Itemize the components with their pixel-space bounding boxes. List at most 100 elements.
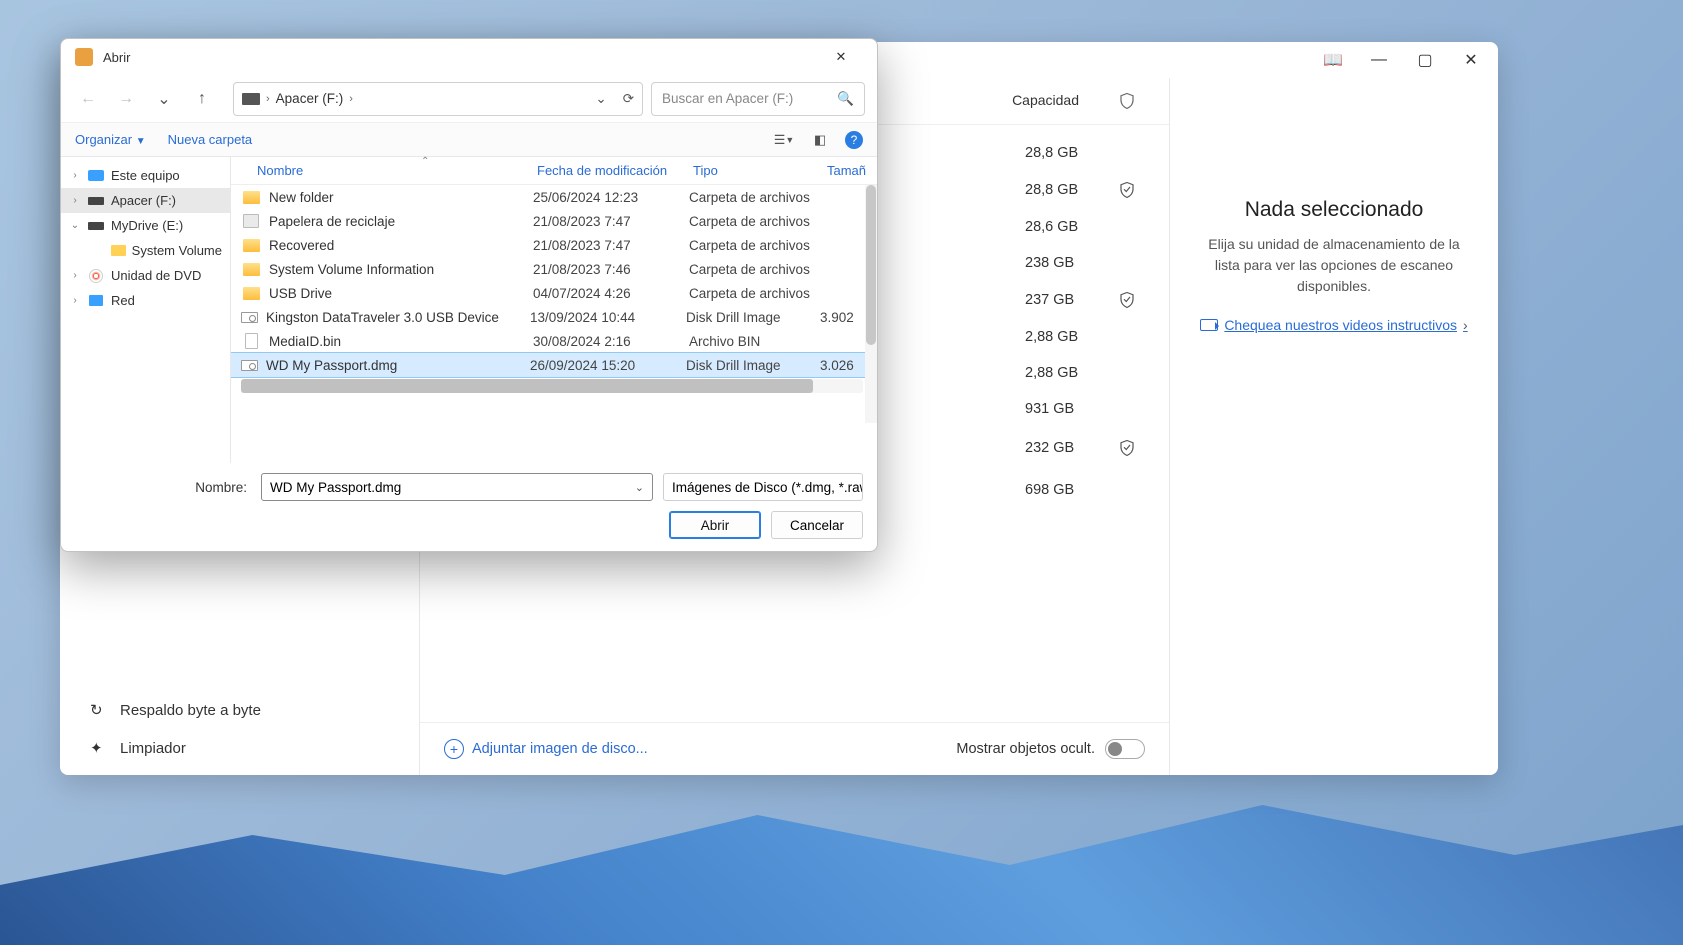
tree-item[interactable]: ›Red	[61, 288, 230, 313]
detail-title: Nada seleccionado	[1245, 198, 1424, 222]
file-list: New folder25/06/2024 12:23Carpeta de arc…	[231, 185, 877, 463]
search-icon: 🔍	[837, 91, 854, 107]
sidebar-item-label: Respaldo byte a byte	[120, 702, 261, 719]
dialog-close-button[interactable]: ✕	[819, 42, 863, 72]
col-type[interactable]: Tipo	[693, 163, 827, 178]
filetype-value: Imágenes de Disco (*.dmg, *.raw	[672, 480, 863, 495]
folder-icon	[111, 244, 126, 258]
search-input[interactable]: Buscar en Apacer (F:) 🔍	[651, 82, 865, 116]
file-row[interactable]: Recovered21/08/2023 7:47Carpeta de archi…	[231, 233, 877, 257]
address-bar[interactable]: › Apacer (F:) › ⌄ ⟳	[233, 82, 643, 116]
filename-label: Nombre:	[75, 480, 251, 495]
file-row[interactable]: System Volume Information21/08/2023 7:46…	[231, 257, 877, 281]
file-row[interactable]: New folder25/06/2024 12:23Carpeta de arc…	[231, 185, 877, 209]
file-list-header: ⌃ Nombre Fecha de modificación Tipo Tama…	[231, 157, 877, 185]
chevron-right-icon: ›	[266, 93, 270, 105]
tree-item[interactable]: ›Unidad de DVD	[61, 263, 230, 288]
vertical-scrollbar[interactable]	[865, 185, 877, 423]
sparkle-icon: ✦	[90, 739, 108, 757]
file-name: WD My Passport.dmg	[266, 358, 530, 373]
view-list-button[interactable]: ☰ ▼	[773, 129, 795, 151]
nav-forward-button[interactable]: →	[111, 84, 141, 114]
breadcrumb-segment[interactable]: Apacer (F:)	[276, 91, 344, 106]
caret-down-icon: ▼	[136, 136, 146, 147]
chevron-icon[interactable]: ›	[69, 270, 81, 281]
file-date: 21/08/2023 7:47	[533, 238, 689, 253]
new-folder-button[interactable]: Nueva carpeta	[168, 132, 253, 147]
file-row[interactable]: WD My Passport.dmg26/09/2024 15:20Disk D…	[231, 353, 877, 377]
drv-icon	[87, 194, 105, 208]
filename-value: WD My Passport.dmg	[270, 480, 401, 495]
tree-item[interactable]: › Este equipo	[61, 163, 230, 188]
help-button[interactable]: ?	[845, 131, 863, 149]
open-button[interactable]: Abrir	[669, 511, 761, 539]
nav-up-button[interactable]: ↑	[187, 84, 217, 114]
attach-label: Adjuntar imagen de disco...	[472, 741, 648, 757]
file-row[interactable]: Kingston DataTraveler 3.0 USB Device13/0…	[231, 305, 877, 329]
sidebar-item-backup[interactable]: ↻ Respaldo byte a byte	[60, 691, 419, 729]
sort-indicator-icon: ⌃	[421, 156, 429, 167]
tree-item[interactable]: ⌄MyDrive (E:)	[61, 213, 230, 238]
filename-input[interactable]: WD My Passport.dmg ⌄	[261, 473, 653, 501]
minimize-button[interactable]: —	[1356, 44, 1402, 76]
file-date: 21/08/2023 7:46	[533, 262, 689, 277]
dialog-footer: Nombre: WD My Passport.dmg ⌄ Imágenes de…	[61, 463, 877, 551]
sidebar-item-cleaner[interactable]: ✦ Limpiador	[60, 729, 419, 767]
tree-item-label: Este equipo	[111, 168, 180, 183]
bin-icon	[241, 213, 261, 229]
video-link-label: Chequea nuestros videos instructivos	[1224, 317, 1457, 333]
file-name: Papelera de reciclaje	[269, 214, 533, 229]
tree-item[interactable]: System Volume	[61, 238, 230, 263]
chevron-down-icon[interactable]: ⌄	[595, 91, 606, 107]
video-tutorials-link[interactable]: Chequea nuestros videos instructivos ›	[1200, 317, 1467, 333]
refresh-icon: ↻	[90, 701, 108, 719]
dialog-nav: ← → ⌄ ↑ › Apacer (F:) › ⌄ ⟳ Buscar en Ap…	[61, 75, 877, 123]
chevron-icon[interactable]: ›	[69, 295, 81, 306]
file-row[interactable]: Papelera de reciclaje21/08/2023 7:47Carp…	[231, 209, 877, 233]
chevron-icon[interactable]: ›	[69, 170, 81, 181]
filetype-select[interactable]: Imágenes de Disco (*.dmg, *.raw ⌄	[663, 473, 863, 501]
refresh-icon[interactable]: ⟳	[623, 91, 634, 107]
attach-disk-image-button[interactable]: + Adjuntar imagen de disco...	[444, 739, 648, 759]
close-button[interactable]: ✕	[1448, 44, 1494, 76]
cancel-button[interactable]: Cancelar	[771, 511, 863, 539]
dialog-titlebar: Abrir ✕	[61, 39, 877, 75]
file-type: Carpeta de archivos	[689, 190, 823, 205]
nav-recent-button[interactable]: ⌄	[149, 84, 179, 114]
organize-menu[interactable]: Organizar ▼	[75, 132, 146, 147]
list-icon: ☰	[774, 132, 786, 148]
docs-button[interactable]: 📖	[1310, 44, 1356, 76]
horizontal-scrollbar[interactable]	[241, 379, 863, 393]
maximize-icon: ▢	[1417, 50, 1432, 70]
file-type: Disk Drill Image	[686, 310, 820, 325]
file-date: 21/08/2023 7:47	[533, 214, 689, 229]
drive-icon	[242, 93, 260, 105]
device-capacity: 931 GB	[1025, 401, 1105, 417]
col-size[interactable]: Tamañ	[827, 163, 877, 178]
file-row[interactable]: USB Drive04/07/2024 4:26Carpeta de archi…	[231, 281, 877, 305]
file-type: Carpeta de archivos	[689, 238, 823, 253]
close-icon: ✕	[836, 49, 847, 65]
search-placeholder: Buscar en Apacer (F:)	[662, 91, 793, 106]
chevron-icon[interactable]: ›	[69, 195, 81, 206]
detail-description: Elija su unidad de almacenamiento de la …	[1196, 234, 1472, 297]
file-icon	[241, 333, 261, 349]
dialog-toolbar: Organizar ▼ Nueva carpeta ☰ ▼ ◧ ?	[61, 123, 877, 157]
nav-back-button[interactable]: ←	[73, 84, 103, 114]
chevron-icon[interactable]: ⌄	[69, 220, 81, 231]
file-pane: ⌃ Nombre Fecha de modificación Tipo Tama…	[231, 157, 877, 463]
chevron-down-icon[interactable]: ⌄	[635, 481, 644, 494]
caret-down-icon: ▼	[785, 135, 794, 145]
tree-item[interactable]: ›Apacer (F:)	[61, 188, 230, 213]
file-row[interactable]: MediaID.bin30/08/2024 2:16Archivo BIN	[231, 329, 877, 353]
tree-item-label: System Volume	[132, 243, 222, 258]
maximize-button[interactable]: ▢	[1402, 44, 1448, 76]
col-date[interactable]: Fecha de modificación	[537, 163, 693, 178]
show-hidden-toggle[interactable]	[1105, 739, 1145, 759]
preview-pane-button[interactable]: ◧	[809, 129, 831, 151]
dialog-title: Abrir	[103, 50, 130, 65]
open-file-dialog: Abrir ✕ ← → ⌄ ↑ › Apacer (F:) › ⌄ ⟳ Busc…	[60, 38, 878, 552]
device-capacity: 238 GB	[1025, 255, 1105, 271]
arrow-up-icon: ↑	[198, 90, 206, 108]
col-name[interactable]: Nombre	[257, 163, 537, 178]
